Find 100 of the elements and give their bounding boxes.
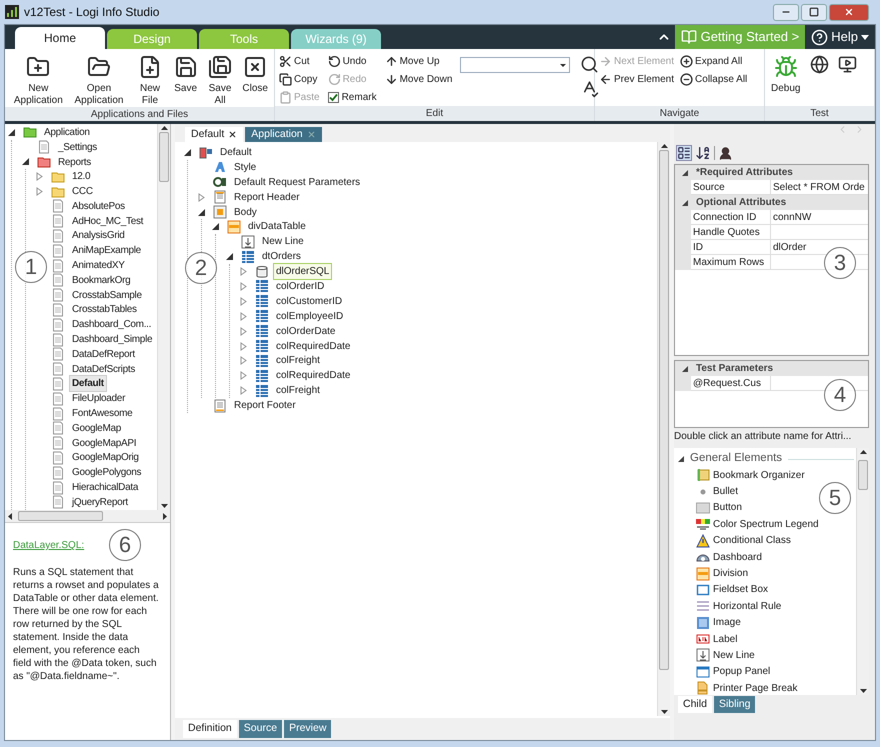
tree-item[interactable]: GooglePolygons [69,464,144,482]
scrollbar[interactable] [157,124,170,510]
attribute-name[interactable]: ID [691,240,771,255]
element-item[interactable]: Conditional Class [713,533,791,548]
expanded-arrow-icon[interactable] [183,148,192,157]
tree-item[interactable]: FontAwesome [69,405,136,422]
tree-item[interactable]: Report Header [231,188,303,206]
tree-item[interactable]: Default Request Parameters [231,174,364,191]
scroll-thumb[interactable] [659,150,669,670]
scroll-up-icon[interactable] [860,450,866,454]
element-item[interactable]: Bookmark Organizer [713,468,805,483]
collapsed-arrow-icon[interactable] [239,282,248,291]
tree-item[interactable]: Application [41,124,93,141]
tree-item[interactable]: divDataTable [245,218,309,236]
expanded-arrow-icon[interactable] [682,170,688,176]
element-item[interactable]: Horizontal Rule [713,598,782,614]
ribbon-button[interactable]: New File [130,53,170,107]
tree-item[interactable]: Dashboard_Simple [69,331,156,348]
ribbon-button[interactable]: Copy [279,71,320,87]
collapsed-arrow-icon[interactable] [239,356,248,366]
tree-item[interactable]: GoogleMapOrig [69,449,142,466]
tree-item[interactable]: AnimatedXY [69,257,128,274]
tree-item[interactable]: CCC [69,183,96,200]
collapsed-arrow-icon[interactable] [239,371,248,380]
tree-item[interactable]: AniMapExample [69,242,144,260]
ribbon-button[interactable]: Move Down [384,71,452,87]
element-item[interactable]: Image [713,615,741,630]
tree-item[interactable]: DataDefReport [69,346,138,363]
scroll-down-icon[interactable] [660,710,668,714]
tree-item[interactable]: colFreight [273,352,323,370]
sort-icon[interactable] [695,145,711,161]
collapsed-arrow-icon[interactable] [239,326,248,336]
attribute-name[interactable]: @Request.Cus [691,376,771,391]
ribbon-button[interactable]: Undo [328,53,377,69]
tree-item[interactable]: CrosstabTables [69,301,140,318]
tree-item[interactable]: AbsolutePos [69,198,128,215]
remark-checkbox[interactable]: Remark [328,89,377,105]
ribbon-button[interactable]: Debug [769,53,802,95]
scrollbar[interactable] [5,510,170,523]
element-tab[interactable]: Child [678,696,712,713]
tree-item[interactable]: Dashboard_Com... [69,316,154,334]
tree-item[interactable]: colOrderDate [273,322,338,340]
element-item[interactable]: Division [713,566,748,582]
tree-item[interactable]: Style [231,158,260,176]
tool-button[interactable] [808,53,830,75]
element-item[interactable]: Label [713,632,738,647]
tree-item[interactable]: 12.0 [69,168,94,186]
tree-item[interactable]: Default [69,375,107,392]
scroll-down-icon[interactable] [860,689,866,693]
dropdown-field[interactable] [460,57,570,73]
help-button[interactable]: Help [805,25,875,49]
tree-item[interactable]: BookmarkOrg [69,272,134,289]
collapsed-arrow-icon[interactable] [239,296,248,306]
tree-item[interactable]: colFreight [273,382,323,400]
view-tab[interactable]: Definition [183,720,237,738]
ribbon-button[interactable]: Save [172,53,200,95]
ribbon-button[interactable]: Cut [279,53,320,69]
attribute-name[interactable]: Source [691,180,771,195]
tree-item[interactable]: HierachicalData [69,479,142,496]
attribute-value[interactable]: Select * FROM Orde [771,180,868,195]
attribute-name[interactable]: Handle Quotes [691,225,771,240]
view-tab[interactable]: Source [238,720,282,738]
tree-item[interactable]: GoogleMapAPI [69,434,140,452]
element-item[interactable]: Dashboard [713,550,762,565]
document-tab[interactable]: Default [185,127,244,142]
attribute-value[interactable]: connNW [771,210,868,225]
collapsed-arrow-icon[interactable] [239,342,248,351]
expanded-arrow-icon[interactable] [678,456,684,462]
tree-item[interactable]: New Line [259,233,307,250]
tree-item[interactable]: _Settings [55,138,100,156]
view-tab[interactable]: Preview [284,720,332,738]
tree-item[interactable]: colOrderID [273,278,328,295]
expanded-arrow-icon[interactable] [21,157,30,166]
expanded-arrow-icon[interactable] [211,222,220,232]
tree-item[interactable]: GoogleMap [69,420,124,437]
ribbon-button[interactable]: Move Up [384,53,452,69]
element-tab[interactable]: Sibling [714,696,756,713]
ribbon-button[interactable]: Close [240,53,270,95]
tree-item[interactable]: CrosstabSample [69,286,145,304]
expanded-arrow-icon[interactable] [7,128,16,137]
element-item[interactable]: Fieldset Box [713,582,768,598]
tree-item[interactable]: dlOrderSQL [273,263,332,280]
scroll-up-icon[interactable] [660,144,668,148]
tree-item[interactable]: colRequiredDate [273,338,354,355]
ribbon-button[interactable]: New Application [9,53,68,107]
expanded-arrow-icon[interactable] [225,252,234,262]
element-item[interactable]: Color Spectrum Legend [713,516,819,532]
ribbon-button[interactable]: Open Application [70,53,128,107]
element-item[interactable]: Button [713,500,742,516]
tree-item[interactable]: DataDefScripts [69,360,138,378]
ribbon-tab[interactable]: Home [15,27,105,49]
tree-item[interactable]: dtOrders [259,248,304,266]
scroll-thumb[interactable] [858,460,868,490]
close-button[interactable] [829,4,869,20]
tree-item[interactable]: Reports [55,154,94,170]
ribbon-button[interactable]: Save All [202,53,238,107]
collapsed-arrow-icon[interactable] [239,267,248,276]
ribbon-button[interactable]: Expand All [680,53,748,69]
attribute-value[interactable]: dlOrder [771,240,868,255]
tree-item[interactable]: colEmployeeID [273,308,346,325]
